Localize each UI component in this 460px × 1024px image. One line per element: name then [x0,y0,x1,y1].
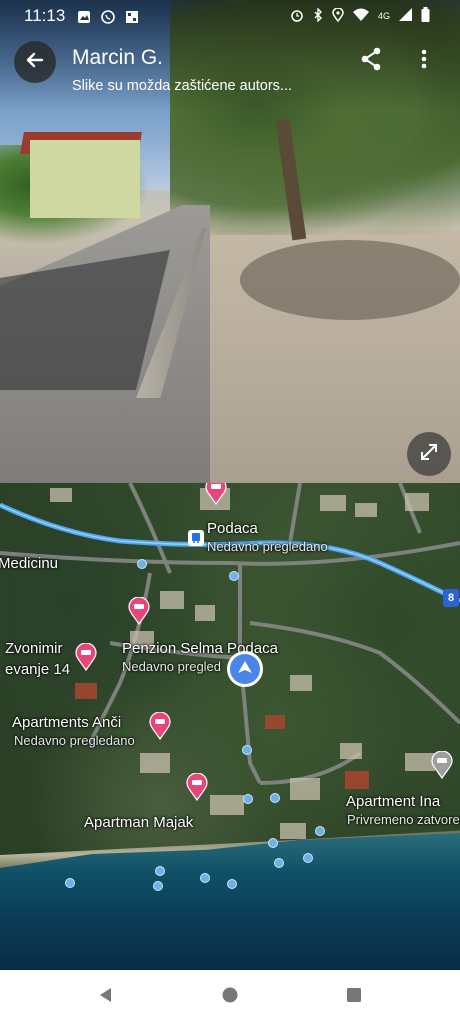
place-label-anci[interactable]: Apartments Anči [12,714,121,731]
share-icon [360,47,382,76]
direction-arrow-icon [237,660,253,679]
photo-dot[interactable] [137,559,147,569]
place-sublabel-zvonimir: evanje 14 [5,661,71,678]
photo-dot[interactable] [270,793,280,803]
photo-dot[interactable] [153,881,163,891]
image-icon [77,9,91,23]
closed-place-pin[interactable] [431,750,453,780]
nav-back-button[interactable] [94,985,118,1009]
tree-shadow [240,240,460,320]
share-button[interactable] [356,46,386,76]
photo-dot[interactable] [200,873,210,883]
alarm-icon [290,8,304,25]
network-type: 4G [377,11,390,21]
whatsapp-icon [101,9,116,24]
more-vert-icon [421,49,427,74]
nav-home-button[interactable] [218,985,242,1009]
status-time: 11:13 [24,6,66,25]
status-bar: 11:13 4G [0,0,460,32]
expand-icon [418,441,440,468]
place-sublabel-podaca: Nedavno pregledano [207,539,328,554]
place-sublabel-ina: Privremeno zatvoreno [347,812,460,827]
system-nav-bar [0,970,460,1024]
photo-dot[interactable] [303,853,313,863]
hotel-pin[interactable] [205,483,227,506]
arrow-left-icon [25,50,45,75]
photo-author: Marcin G. [72,46,164,69]
house [30,140,140,218]
back-triangle-icon [98,987,114,1008]
photo-dot[interactable] [243,794,253,804]
photo-dot[interactable] [155,866,165,876]
expand-button[interactable] [407,432,451,476]
screen: 11:13 4G Marcin G. Slike su možda zaštić… [0,0,460,1024]
photo-dot[interactable] [65,878,75,888]
status-icons: 4G [290,6,430,25]
photo-dot[interactable] [227,879,237,889]
photo-dot[interactable] [268,838,278,848]
route-badge: 8 [443,589,459,607]
copyright-notice: Slike su možda zaštićene autors... [72,78,293,94]
nav-recents-button[interactable] [342,985,366,1009]
photo-dot[interactable] [274,858,284,868]
place-label-podaca[interactable]: Podaca [207,520,258,537]
current-view-marker[interactable] [227,651,263,687]
more-options-button[interactable] [410,46,438,76]
gallery-icon [125,9,139,23]
home-circle-icon [221,986,239,1009]
photo-dot[interactable] [315,826,325,836]
hotel-pin[interactable] [149,711,171,741]
bluetooth-icon [313,6,323,25]
wifi-icon [352,8,369,24]
battery-icon [421,7,430,25]
signal-icon [399,8,412,24]
place-sublabel-penzion: Nedavno pregled [122,659,222,674]
recents-square-icon [346,987,362,1008]
street-view-photo[interactable]: 11:13 4G Marcin G. Slike su možda zaštić… [0,0,460,483]
hotel-pin[interactable] [186,772,208,802]
location-icon [332,6,344,25]
hotel-pin[interactable] [128,596,150,626]
bus-stop-icon[interactable] [188,530,204,546]
place-label-majak[interactable]: Apartman Majak [84,814,193,831]
photo-dot[interactable] [229,571,239,581]
place-label-medicinu[interactable]: Medicinu [0,555,58,572]
satellite-map[interactable]: Podaca Nedavno pregledano 8 Medicinu Zvo… [0,483,460,970]
back-button[interactable] [14,41,56,83]
place-sublabel-anci: Nedavno pregledano [14,733,135,748]
photo-dot[interactable] [242,745,252,755]
place-label-ina[interactable]: Apartment Ina [346,793,440,810]
hotel-pin[interactable] [75,642,97,672]
place-label-zvonimir[interactable]: Zvonimir [5,640,63,657]
